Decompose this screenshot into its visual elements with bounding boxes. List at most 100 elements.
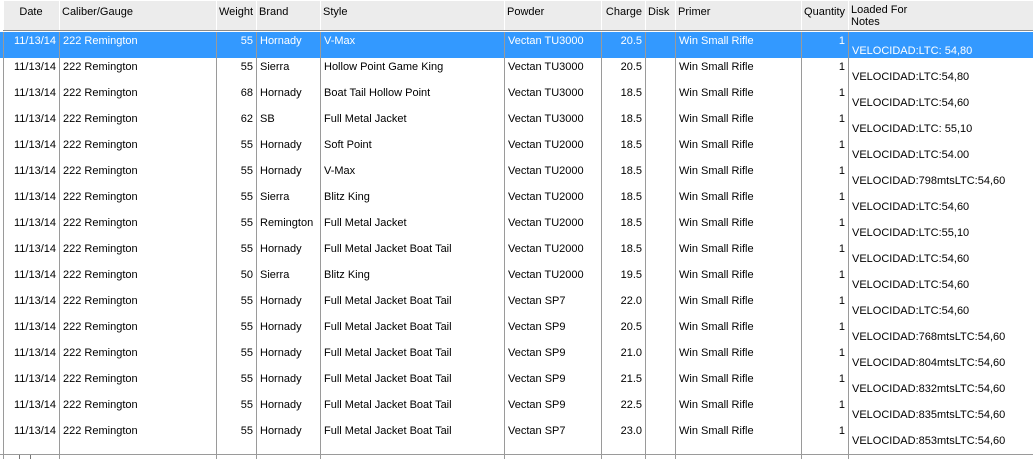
cell-powder[interactable]: Vectan SP9 bbox=[505, 318, 601, 344]
cell-quantity[interactable]: 1 bbox=[802, 188, 848, 214]
table-row[interactable]: 11/13/14 222 Remington 55 Hornady Full Metal… bbox=[0, 370, 1033, 396]
cell-weight[interactable]: 55 bbox=[217, 344, 256, 370]
column-header-primer[interactable]: Primer bbox=[675, 0, 802, 31]
cell-caliber[interactable]: 222 Remington bbox=[60, 422, 216, 448]
cell-caliber[interactable]: 222 Remington bbox=[60, 110, 216, 136]
cell-style[interactable]: V-Max bbox=[321, 32, 504, 58]
cell-charge[interactable]: 19.5 bbox=[602, 266, 645, 292]
cell-brand[interactable]: Hornady bbox=[257, 84, 320, 110]
cell-primer[interactable]: Win Small Rifle bbox=[676, 422, 801, 448]
cell-quantity[interactable]: 1 bbox=[802, 240, 848, 266]
resize-grip-icon[interactable] bbox=[19, 455, 31, 459]
table-row[interactable]: 11/13/14 222 Remington 55 Hornady V-Max Vecta… bbox=[0, 162, 1033, 188]
cell-weight[interactable]: 62 bbox=[217, 110, 256, 136]
cell-date[interactable]: 11/13/14 bbox=[4, 370, 59, 396]
cell-style[interactable]: Full Metal Jacket Boat Tail bbox=[321, 318, 504, 344]
cell-weight[interactable]: 68 bbox=[217, 84, 256, 110]
cell-quantity[interactable]: 1 bbox=[802, 214, 848, 240]
column-header-disk[interactable]: Disk bbox=[645, 0, 676, 31]
cell-disk[interactable] bbox=[646, 32, 675, 58]
cell-weight[interactable]: 55 bbox=[217, 214, 256, 240]
cell-powder[interactable]: Vectan SP7 bbox=[505, 422, 601, 448]
cell-notes[interactable]: VELOCIDAD:835mtsLTC:54,60 bbox=[849, 396, 1033, 422]
cell-weight[interactable]: 55 bbox=[217, 292, 256, 318]
cell-caliber[interactable]: 222 Remington bbox=[60, 318, 216, 344]
cell-brand[interactable]: Hornady bbox=[257, 240, 320, 266]
cell-date[interactable]: 11/13/14 bbox=[4, 188, 59, 214]
cell-powder[interactable]: Vectan SP9 bbox=[505, 370, 601, 396]
cell-quantity[interactable]: 1 bbox=[802, 58, 848, 84]
cell-caliber[interactable]: 222 Remington bbox=[60, 396, 216, 422]
table-row[interactable]: 11/13/14 222 Remington 55 Hornady Soft Point… bbox=[0, 136, 1033, 162]
cell-quantity[interactable]: 1 bbox=[802, 422, 848, 448]
cell-primer[interactable]: Win Small Rifle bbox=[676, 84, 801, 110]
column-header-caliber[interactable]: Caliber/Gauge bbox=[59, 0, 217, 31]
cell-powder[interactable]: Vectan TU3000 bbox=[505, 84, 601, 110]
cell-caliber[interactable]: 222 Remington bbox=[60, 214, 216, 240]
cell-caliber[interactable]: 222 Remington bbox=[60, 292, 216, 318]
cell-charge[interactable]: 22.0 bbox=[602, 292, 645, 318]
table-row[interactable]: 11/13/14 222 Remington 55 Hornady Full Metal… bbox=[0, 396, 1033, 422]
cell-brand[interactable]: Remington bbox=[257, 214, 320, 240]
cell-disk[interactable] bbox=[646, 188, 675, 214]
cell-brand[interactable]: Sierra bbox=[257, 188, 320, 214]
cell-style[interactable]: Full Metal Jacket bbox=[321, 214, 504, 240]
cell-weight[interactable]: 55 bbox=[217, 240, 256, 266]
cell-brand[interactable]: Hornady bbox=[257, 162, 320, 188]
cell-weight[interactable]: 55 bbox=[217, 162, 256, 188]
cell-notes[interactable]: VELOCIDAD:768mtsLTC:54,60 bbox=[849, 318, 1033, 344]
cell-disk[interactable] bbox=[646, 136, 675, 162]
cell-weight[interactable]: 55 bbox=[217, 396, 256, 422]
cell-brand[interactable]: Hornady bbox=[257, 32, 320, 58]
cell-date[interactable]: 11/13/14 bbox=[4, 292, 59, 318]
cell-date[interactable]: 11/13/14 bbox=[4, 344, 59, 370]
cell-primer[interactable]: Win Small Rifle bbox=[676, 136, 801, 162]
cell-notes[interactable]: VELOCIDAD:798mtsLTC:54,60 bbox=[849, 162, 1033, 188]
cell-weight[interactable]: 55 bbox=[217, 58, 256, 84]
cell-date[interactable]: 11/13/14 bbox=[4, 318, 59, 344]
cell-disk[interactable] bbox=[646, 344, 675, 370]
cell-caliber[interactable]: 222 Remington bbox=[60, 32, 216, 58]
cell-primer[interactable]: Win Small Rifle bbox=[676, 266, 801, 292]
cell-notes[interactable]: VELOCIDAD:832mtsLTC:54,60 bbox=[849, 370, 1033, 396]
cell-powder[interactable]: Vectan SP7 bbox=[505, 292, 601, 318]
cell-style[interactable]: Boat Tail Hollow Point bbox=[321, 84, 504, 110]
cell-charge[interactable]: 20.5 bbox=[602, 318, 645, 344]
cell-disk[interactable] bbox=[646, 110, 675, 136]
table-row[interactable]: 11/13/14 222 Remington 55 Sierra Hollow Poin… bbox=[0, 58, 1033, 84]
cell-weight[interactable]: 55 bbox=[217, 422, 256, 448]
cell-quantity[interactable]: 1 bbox=[802, 266, 848, 292]
cell-date[interactable]: 11/13/14 bbox=[4, 214, 59, 240]
cell-weight[interactable]: 50 bbox=[217, 266, 256, 292]
cell-brand[interactable]: Hornady bbox=[257, 422, 320, 448]
cell-disk[interactable] bbox=[646, 370, 675, 396]
cell-primer[interactable]: Win Small Rifle bbox=[676, 188, 801, 214]
cell-style[interactable]: V-Max bbox=[321, 162, 504, 188]
cell-weight[interactable]: 55 bbox=[217, 32, 256, 58]
column-header-quantity[interactable]: Quantity bbox=[801, 0, 849, 31]
column-header-weight[interactable]: Weight bbox=[216, 0, 257, 31]
cell-brand[interactable]: Hornady bbox=[257, 318, 320, 344]
cell-charge[interactable]: 18.5 bbox=[602, 162, 645, 188]
cell-notes[interactable]: VELOCIDAD:LTC:54,80 bbox=[849, 58, 1033, 84]
cell-notes[interactable]: VELOCIDAD:LTC:54,60 bbox=[849, 266, 1033, 292]
column-header-powder[interactable]: Powder bbox=[504, 0, 602, 31]
cell-caliber[interactable]: 222 Remington bbox=[60, 370, 216, 396]
table-row[interactable]: 11/13/14 222 Remington 55 Hornady Full Metal… bbox=[0, 422, 1033, 448]
cell-powder[interactable]: Vectan TU2000 bbox=[505, 162, 601, 188]
table-row[interactable]: 11/13/14 222 Remington 55 Hornady Full Metal… bbox=[0, 240, 1033, 266]
cell-date[interactable]: 11/13/14 bbox=[4, 162, 59, 188]
column-header-date[interactable]: Date bbox=[3, 0, 60, 31]
table-row[interactable]: 11/13/14 222 Remington 50 Sierra Blitz King V… bbox=[0, 266, 1033, 292]
table-row[interactable]: 11/13/14 222 Remington 55 Sierra Blitz King V… bbox=[0, 188, 1033, 214]
cell-charge[interactable]: 20.5 bbox=[602, 32, 645, 58]
cell-powder[interactable]: Vectan TU2000 bbox=[505, 188, 601, 214]
cell-date[interactable]: 11/13/14 bbox=[4, 32, 59, 58]
cell-powder[interactable]: Vectan TU3000 bbox=[505, 58, 601, 84]
cell-disk[interactable] bbox=[646, 318, 675, 344]
cell-charge[interactable]: 18.5 bbox=[602, 110, 645, 136]
cell-primer[interactable]: Win Small Rifle bbox=[676, 32, 801, 58]
cell-powder[interactable]: Vectan TU2000 bbox=[505, 240, 601, 266]
cell-charge[interactable]: 22.5 bbox=[602, 396, 645, 422]
cell-primer[interactable]: Win Small Rifle bbox=[676, 396, 801, 422]
